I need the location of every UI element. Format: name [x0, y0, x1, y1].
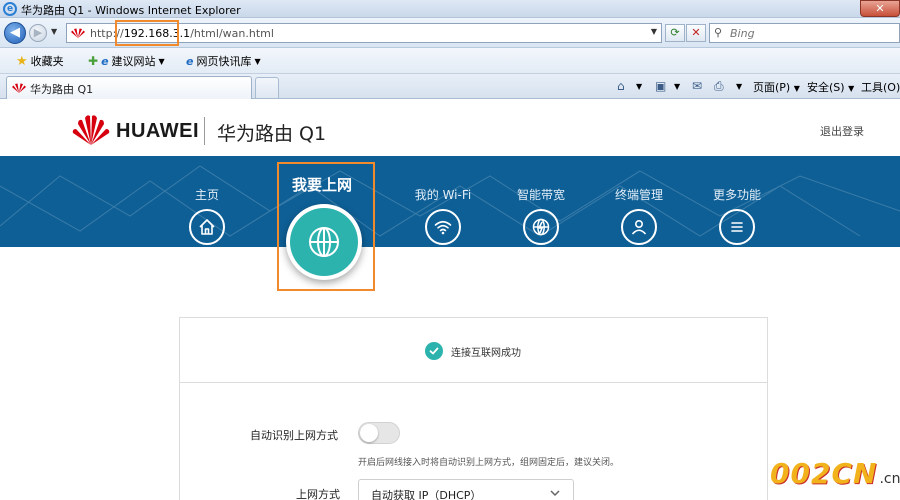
print-icon[interactable]: ⎙ — [714, 79, 724, 94]
ie-page-icon: e — [186, 54, 194, 68]
web-slice-gallery-label: 网页快讯库 — [196, 55, 252, 68]
rss-feed-icon[interactable]: ▣ — [655, 79, 666, 93]
watermark-main: 002CN — [770, 457, 878, 490]
auto-detect-hint: 开启后网线接入时将自动识别上网方式，组网固定后，建议关闭。 — [358, 458, 620, 468]
logout-link[interactable]: 退出登录 — [820, 123, 864, 139]
home-icon — [189, 209, 225, 245]
nav-home[interactable]: 主页 — [181, 186, 233, 245]
nav-internet-button[interactable] — [286, 204, 362, 280]
chevron-down-icon: ▼ — [158, 56, 165, 66]
stop-button[interactable]: ✕ — [686, 24, 706, 42]
window-titlebar: e 华为路由 Q1 - Windows Internet Explorer ✕ — [0, 0, 900, 18]
page-menu[interactable]: 页面(P) ▼ — [753, 79, 800, 95]
nav-more-label: 更多功能 — [712, 188, 761, 202]
web-slice-gallery-link[interactable]: e 网页快讯库 ▼ — [186, 53, 261, 69]
watermark-sub: .cn — [879, 471, 900, 487]
toggle-knob — [360, 424, 378, 442]
window-close-button[interactable]: ✕ — [860, 0, 900, 17]
suggested-sites-link[interactable]: ✚ e 建议网站 ▼ — [88, 53, 165, 69]
read-mail-icon[interactable]: ✉ — [692, 79, 702, 93]
nav-devices-label: 终端管理 — [614, 188, 663, 202]
favorites-bar: ★ 收藏夹 ✚ e 建议网站 ▼ e 网页快讯库 ▼ — [0, 48, 900, 74]
address-bar[interactable]: http://192.168.3.1/html/wan.html ▼ — [66, 20, 662, 46]
search-input[interactable] — [730, 26, 890, 41]
nav-internet-label[interactable]: 我要上网 — [292, 174, 352, 195]
connection-status-text: 连接互联网成功 — [451, 347, 521, 359]
connection-mode-value: 自动获取 IP（DHCP） — [371, 489, 482, 500]
tab-bar: 华为路由 Q1 ⌂ ▼ ▣ ▼ ✉ ⎙ ▼ 页面(P) ▼ 安全(S) ▼ 工具… — [0, 74, 900, 99]
recent-pages-dropdown[interactable]: ▼ — [51, 27, 57, 36]
wifi-icon — [425, 209, 461, 245]
connection-mode-select[interactable]: 自动获取 IP（DHCP） — [358, 479, 574, 500]
favorites-button[interactable]: ★ 收藏夹 — [16, 53, 64, 69]
tab-label: 华为路由 Q1 — [30, 83, 94, 96]
router-page: HUAWEI 华为路由 Q1 退出登录 主页 我的 Wi-Fi 智能带宽 终端管… — [0, 99, 900, 500]
product-name: 华为路由 Q1 — [217, 123, 327, 145]
navigation-bar: ◀ ▶ ▼ http://192.168.3.1/html/wan.html ▼… — [0, 18, 900, 48]
chevron-down-icon: ▼ — [254, 56, 261, 66]
window-title: 华为路由 Q1 - Windows Internet Explorer — [21, 4, 241, 17]
favorites-label: 收藏夹 — [30, 55, 64, 68]
huawei-favicon-icon — [12, 83, 26, 93]
connection-status: 连接互联网成功 — [425, 342, 521, 360]
ie-page-icon: e — [101, 54, 109, 68]
suggested-sites-label: 建议网站 — [111, 55, 156, 68]
nav-more-features[interactable]: 更多功能 — [706, 186, 768, 245]
chevron-down-icon — [550, 490, 560, 497]
menu-icon — [719, 209, 755, 245]
home-page-icon[interactable]: ⌂ — [617, 79, 625, 93]
main-nav-band: 主页 我的 Wi-Fi 智能带宽 终端管理 更多功能 — [0, 156, 900, 247]
bandwidth-globe-icon — [523, 209, 559, 245]
nav-wifi-label: 我的 Wi-Fi — [414, 188, 472, 202]
back-button[interactable]: ◀ — [4, 22, 26, 44]
huawei-logo-icon — [72, 115, 110, 145]
brand-wordmark: HUAWEI — [116, 120, 199, 142]
url-path: /html/wan.html — [190, 27, 274, 40]
wan-settings-card: 连接互联网成功 自动识别上网方式 开启后网线接入时将自动识别上网方式，组网固定后… — [179, 317, 768, 500]
new-tab-button[interactable] — [255, 77, 279, 98]
nav-smart-bandwidth[interactable]: 智能带宽 — [510, 186, 572, 245]
url-host-highlight — [115, 20, 179, 46]
auto-detect-toggle[interactable] — [358, 422, 400, 444]
address-dropdown-icon[interactable]: ▼ — [651, 27, 657, 36]
brand-divider — [204, 117, 205, 145]
search-icon: ⚲ — [714, 26, 723, 39]
auto-detect-label: 自动识别上网方式 — [250, 429, 338, 442]
huawei-favicon-icon — [71, 28, 85, 38]
connection-mode-label: 上网方式 — [296, 488, 340, 500]
globe-icon — [290, 208, 358, 276]
tab-huawei-router[interactable]: 华为路由 Q1 — [6, 76, 252, 99]
home-dropdown-icon[interactable]: ▼ — [636, 79, 642, 92]
print-dropdown-icon[interactable]: ▼ — [736, 79, 742, 92]
tools-menu-label: 工具(O) — [861, 81, 900, 94]
safety-menu-label: 安全(S) — [807, 81, 845, 94]
add-favorite-icon: ✚ — [88, 54, 99, 68]
favorites-star-icon: ★ — [16, 53, 28, 69]
user-icon — [621, 209, 657, 245]
ie-logo-icon: e — [3, 2, 17, 16]
forward-button[interactable]: ▶ — [29, 24, 47, 42]
safety-menu[interactable]: 安全(S) ▼ — [807, 79, 854, 95]
check-icon — [425, 342, 443, 360]
feeds-dropdown-icon[interactable]: ▼ — [674, 79, 680, 92]
watermark-logo: 002CN .cn — [770, 457, 900, 490]
nav-my-wifi[interactable]: 我的 Wi-Fi — [410, 186, 476, 245]
nav-bandwidth-label: 智能带宽 — [516, 188, 565, 202]
refresh-button[interactable]: ⟳ — [665, 24, 685, 42]
nav-home-label: 主页 — [194, 188, 219, 202]
card-divider — [180, 382, 767, 383]
page-menu-label: 页面(P) — [753, 81, 791, 94]
tools-menu[interactable]: 工具(O) — [861, 79, 900, 95]
nav-device-management[interactable]: 终端管理 — [608, 186, 670, 245]
search-box[interactable]: ⚲ — [709, 23, 900, 43]
